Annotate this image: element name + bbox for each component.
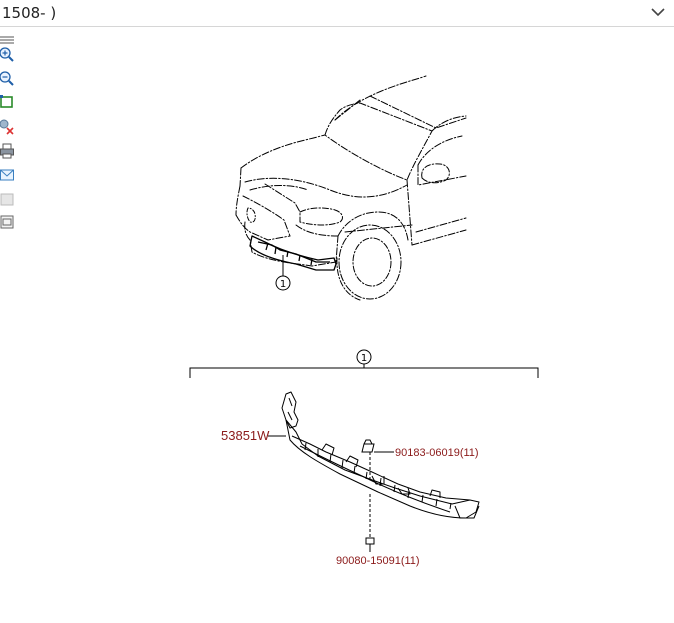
part-selector-dropdown[interactable]: 1508- ) [0,0,674,27]
chevron-down-icon[interactable] [650,6,666,18]
lower-spoiler-highlight [249,235,337,271]
callout-number-truck: 1 [280,279,286,290]
screw-part[interactable] [365,537,375,552]
group-bracket [189,367,539,378]
part-number-53851W[interactable]: 53851W [221,428,270,443]
clip-part[interactable] [361,439,375,453]
callout-number-group: 1 [361,353,367,364]
model-range-label: 1508- ) [2,4,57,22]
parts-diagram: 1 1 53851W 90183-06019(11) 90080-15091(1… [189,75,539,567]
vehicle-illustration [235,75,467,301]
part-number-90183[interactable]: 90183-06019(11) [395,447,479,459]
part-number-90080[interactable]: 90080-15091(11) [336,555,420,567]
